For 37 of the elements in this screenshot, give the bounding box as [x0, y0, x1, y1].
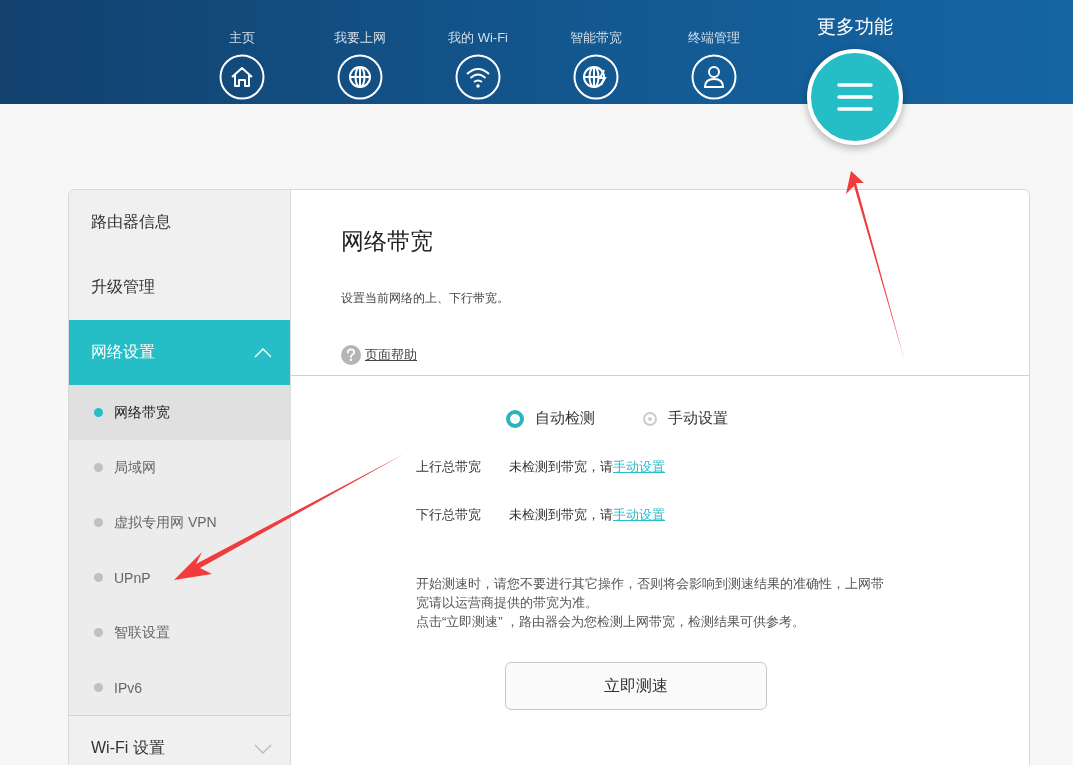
- nav-item[interactable]: 智能带宽: [537, 0, 655, 100]
- mode-radio[interactable]: 自动检测: [506, 409, 595, 428]
- nav-item[interactable]: 我的 Wi-Fi: [419, 0, 537, 100]
- speed-test-button[interactable]: 立即测速: [505, 662, 767, 710]
- wifi-icon: [455, 54, 501, 100]
- nav-item[interactable]: 我要上网: [301, 0, 419, 100]
- sidebar-item[interactable]: 升级管理: [69, 255, 290, 320]
- sidebar-subitem[interactable]: UPnP: [69, 550, 290, 605]
- sidebar-subitem[interactable]: IPv6: [69, 660, 290, 715]
- sidebar-subitem[interactable]: 局域网: [69, 440, 290, 495]
- menu-button[interactable]: [807, 49, 903, 145]
- help-link[interactable]: 页面帮助: [365, 346, 417, 364]
- bandwidth-status: 未检测到带宽，请: [509, 458, 613, 476]
- chevron-down-icon: [254, 743, 272, 754]
- bandwidth-label: 下行总带宽: [416, 506, 482, 524]
- sidebar-item[interactable]: 路由器信息: [69, 190, 290, 255]
- globe-bolt-icon: [573, 54, 619, 100]
- more-features-label: 更多功能: [817, 15, 893, 39]
- bandwidth-status: 未检测到带宽，请: [509, 506, 613, 524]
- user-icon: [691, 54, 737, 100]
- bandwidth-label: 上行总带宽: [416, 458, 482, 476]
- sidebar-item[interactable]: Wi-Fi 设置: [69, 716, 290, 765]
- sidebar-subitem[interactable]: 网络带宽: [69, 385, 290, 440]
- sidebar-subitem[interactable]: 虚拟专用网 VPN: [69, 495, 290, 550]
- mode-radio[interactable]: 手动设置: [643, 409, 728, 428]
- nav-item[interactable]: 终端管理: [655, 0, 773, 100]
- note-text: 开始测速时，请您不要进行其它操作，否则将会影响到测速结果的准确性，上网带宽请以运营商提供的带宽为准。: [416, 575, 885, 612]
- globe-icon: [337, 54, 383, 100]
- home-icon: [219, 54, 265, 100]
- note-text: 点击“立即测速” ，路由器会为您检测上网带宽，检测结果可供参考。: [416, 613, 807, 631]
- page-title: 网络带宽: [341, 227, 434, 256]
- help-icon: [341, 345, 361, 365]
- nav-item[interactable]: 主页: [183, 0, 301, 100]
- chevron-up-icon: [254, 347, 272, 358]
- menu-icon: [837, 82, 873, 112]
- page-description: 设置当前网络的上、下行带宽。: [341, 290, 510, 307]
- sidebar-subitem[interactable]: 智联设置: [69, 605, 290, 660]
